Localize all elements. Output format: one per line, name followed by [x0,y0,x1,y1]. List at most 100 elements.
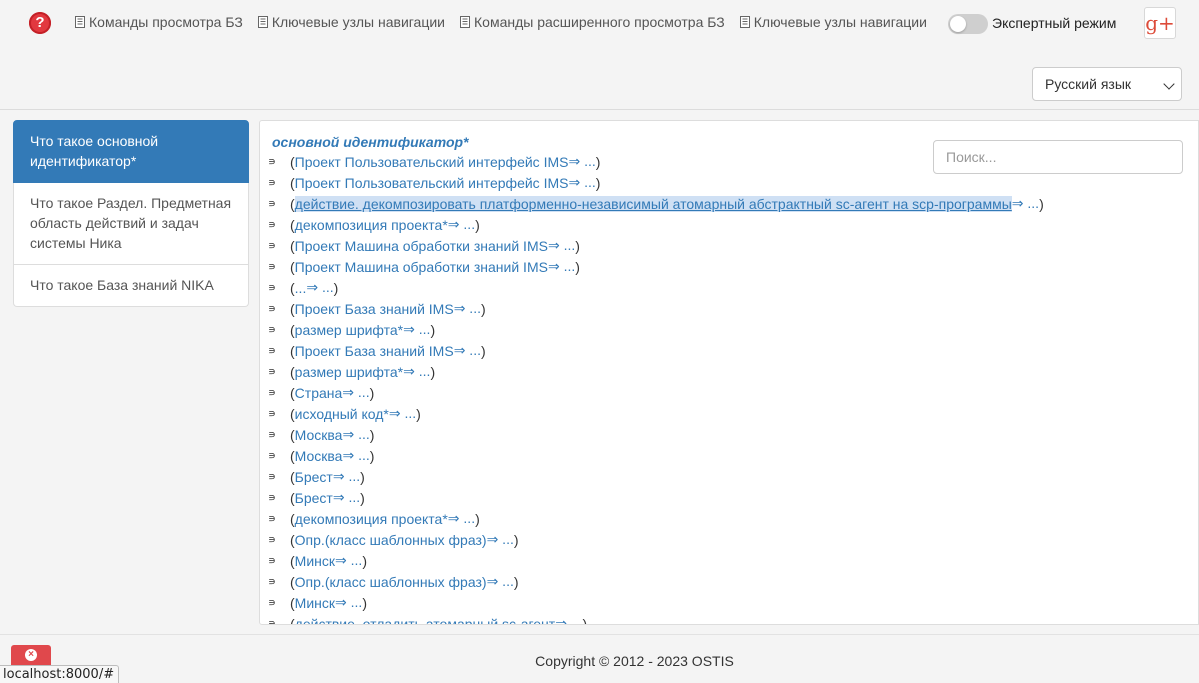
sidebar-item-main-identifier[interactable]: Что такое основной идентификатор* [13,120,249,183]
kb-link-suffix[interactable]: ⇒ ... [568,153,595,170]
kb-link-suffix[interactable]: ⇒ ... [487,573,514,590]
expert-mode-toggle[interactable] [948,14,988,34]
nav-link-kb-view-commands[interactable]: Команды просмотра БЗ [75,14,243,30]
kb-link[interactable]: Опр.(класс шаблонных фраз) [295,532,487,548]
nav-link-key-nodes-2[interactable]: Ключевые узлы навигации [739,14,927,30]
kb-link-suffix[interactable]: ⇒ ... [454,342,481,359]
document-list-icon [460,16,471,28]
sidebar-item-section-actions[interactable]: Что такое Раздел. Предметная область дей… [13,183,249,265]
kb-link[interactable]: исходный код* [295,406,389,422]
page-title[interactable]: основной идентификатор* [272,134,469,150]
paren-close: ) [416,405,421,422]
relation-symbol: ∍ [268,261,276,273]
kb-link-suffix[interactable]: ⇒ ... [335,552,362,569]
kb-link-suffix[interactable]: ⇒ ... [568,174,595,191]
kb-link[interactable]: Москва [295,427,343,443]
kb-link[interactable]: Проект Пользовательский интерфейс IMS [295,175,569,191]
kb-link[interactable]: Страна [295,385,343,401]
list-item: ∍(исходный код* ⇒ ...) [268,403,1044,424]
relation-symbol: ∍ [268,429,276,441]
paren-close: ) [362,552,367,569]
question-circle-icon[interactable]: ? [29,12,51,34]
kb-link[interactable]: Проект Пользовательский интерфейс IMS [295,154,569,170]
list-item: ∍(Москва ⇒ ...) [268,424,1044,445]
relation-symbol: ∍ [268,366,276,378]
kb-link[interactable]: Москва [295,448,343,464]
kb-link[interactable]: Проект Машина обработки знаний IMS [295,259,548,275]
list-item: ∍(Проект Пользовательский интерфейс IMS … [268,172,1044,193]
relation-symbol: ∍ [268,156,276,168]
paren-close: ) [369,426,375,443]
relation-symbol: ∍ [268,324,276,336]
kb-link[interactable]: Проект Машина обработки знаний IMS [295,238,548,254]
kb-link-suffix[interactable]: ⇒ ... [342,447,369,464]
kb-link-suffix[interactable]: ⇒ ... [454,300,481,317]
kb-link[interactable]: Минск [295,595,335,611]
paren-close: ) [369,384,375,401]
list-item: ∍(Минск ⇒ ...) [268,550,1044,571]
kb-link[interactable]: декомпозиция проекта* [295,217,448,233]
paren-close: ) [333,279,339,296]
paren-close: ) [475,510,480,527]
sidebar-item-label: Что такое База знаний NIKA [30,277,214,293]
kb-link-suffix[interactable]: ⇒ ... [335,594,362,611]
nav-link-key-nodes[interactable]: Ключевые узлы навигации [257,14,445,30]
kb-link-suffix[interactable]: ⇒ ... [1012,195,1039,212]
paren-close: ) [513,531,519,548]
list-item: ∍(Проект База знаний IMS ⇒ ...) [268,298,1044,319]
relation-symbol: ∍ [268,492,276,504]
kb-link-suffix[interactable]: ⇒ ... [342,426,369,443]
kb-link-suffix[interactable]: ⇒ ... [333,489,360,506]
language-select[interactable]: Русский язык [1032,67,1182,101]
list-item: ∍(Минск ⇒ ...) [268,592,1044,613]
kb-link-suffix[interactable]: ⇒ ... [403,321,430,338]
kb-link[interactable]: ... [295,280,307,296]
nav-link-kb-extended-view-commands[interactable]: Команды расширенного просмотра БЗ [460,14,725,30]
relation-symbol: ∍ [268,471,276,483]
kb-link[interactable]: декомпозиция проекта* [295,511,448,527]
kb-link[interactable]: Проект База знаний IMS [295,343,454,359]
kb-link-suffix[interactable]: ⇒ ... [306,279,333,296]
kb-link-suffix[interactable]: ⇒ ... [487,531,514,548]
kb-link[interactable]: размер шрифта* [295,364,403,380]
kb-link-suffix[interactable]: ⇒ ... [555,615,582,624]
kb-link[interactable]: Брест [295,469,333,485]
sidebar-item-label: Что такое основной идентификатор* [30,133,159,169]
kb-link-suffix[interactable]: ⇒ ... [389,405,416,422]
paren-close: ) [575,237,580,254]
kb-link[interactable]: действие. декомпозировать платформенно-н… [294,195,1012,212]
status-bar-url: localhost:8000/# [0,665,120,683]
nav-link-label: Ключевые узлы навигации [753,14,927,30]
relation-symbol: ∍ [268,303,276,315]
list-item: ∍(... ⇒ ...) [268,277,1044,298]
list-item: ∍(Проект База знаний IMS ⇒ ...) [268,340,1044,361]
paren-close: ) [575,258,580,275]
kb-link-suffix[interactable]: ⇒ ... [548,237,575,254]
kb-link-suffix[interactable]: ⇒ ... [448,216,475,233]
kb-content-panel: основной идентификатор* ∍(Проект Пользов… [259,120,1199,625]
paren-close: ) [582,615,588,625]
kb-link[interactable]: размер шрифта* [295,322,403,338]
kb-link[interactable]: действие. отладить атомарный sc-агент [295,616,556,625]
kb-link[interactable]: Проект База знаний IMS [295,301,454,317]
list-item: ∍(Брест ⇒ ...) [268,487,1044,508]
list-item: ∍(Опр.(класс шаблонных фраз) ⇒ ...) [268,529,1044,550]
kb-link-suffix[interactable]: ⇒ ... [448,510,475,527]
list-item: ∍(действие. декомпозировать платформенно… [268,193,1044,214]
google-plus-icon[interactable]: g+ [1144,7,1176,39]
kb-link[interactable]: Минск [295,553,335,569]
kb-link[interactable]: Брест [295,490,333,506]
paren-close: ) [362,594,367,611]
toggle-knob [950,16,966,32]
document-list-icon [739,16,751,28]
sidebar-item-nika-kb[interactable]: Что такое База знаний NIKA [13,265,249,307]
history-sidebar: Что такое основной идентификатор* Что та… [13,120,249,307]
kb-link[interactable]: Опр.(класс шаблонных фраз) [295,574,487,590]
kb-link-suffix[interactable]: ⇒ ... [342,384,369,401]
list-item: ∍(декомпозиция проекта* ⇒ ...) [268,214,1044,235]
list-item: ∍(Проект Пользовательский интерфейс IMS … [268,151,1044,172]
kb-link-suffix[interactable]: ⇒ ... [403,363,430,380]
document-list-icon [75,16,86,28]
kb-link-suffix[interactable]: ⇒ ... [333,468,360,485]
kb-link-suffix[interactable]: ⇒ ... [548,258,575,275]
